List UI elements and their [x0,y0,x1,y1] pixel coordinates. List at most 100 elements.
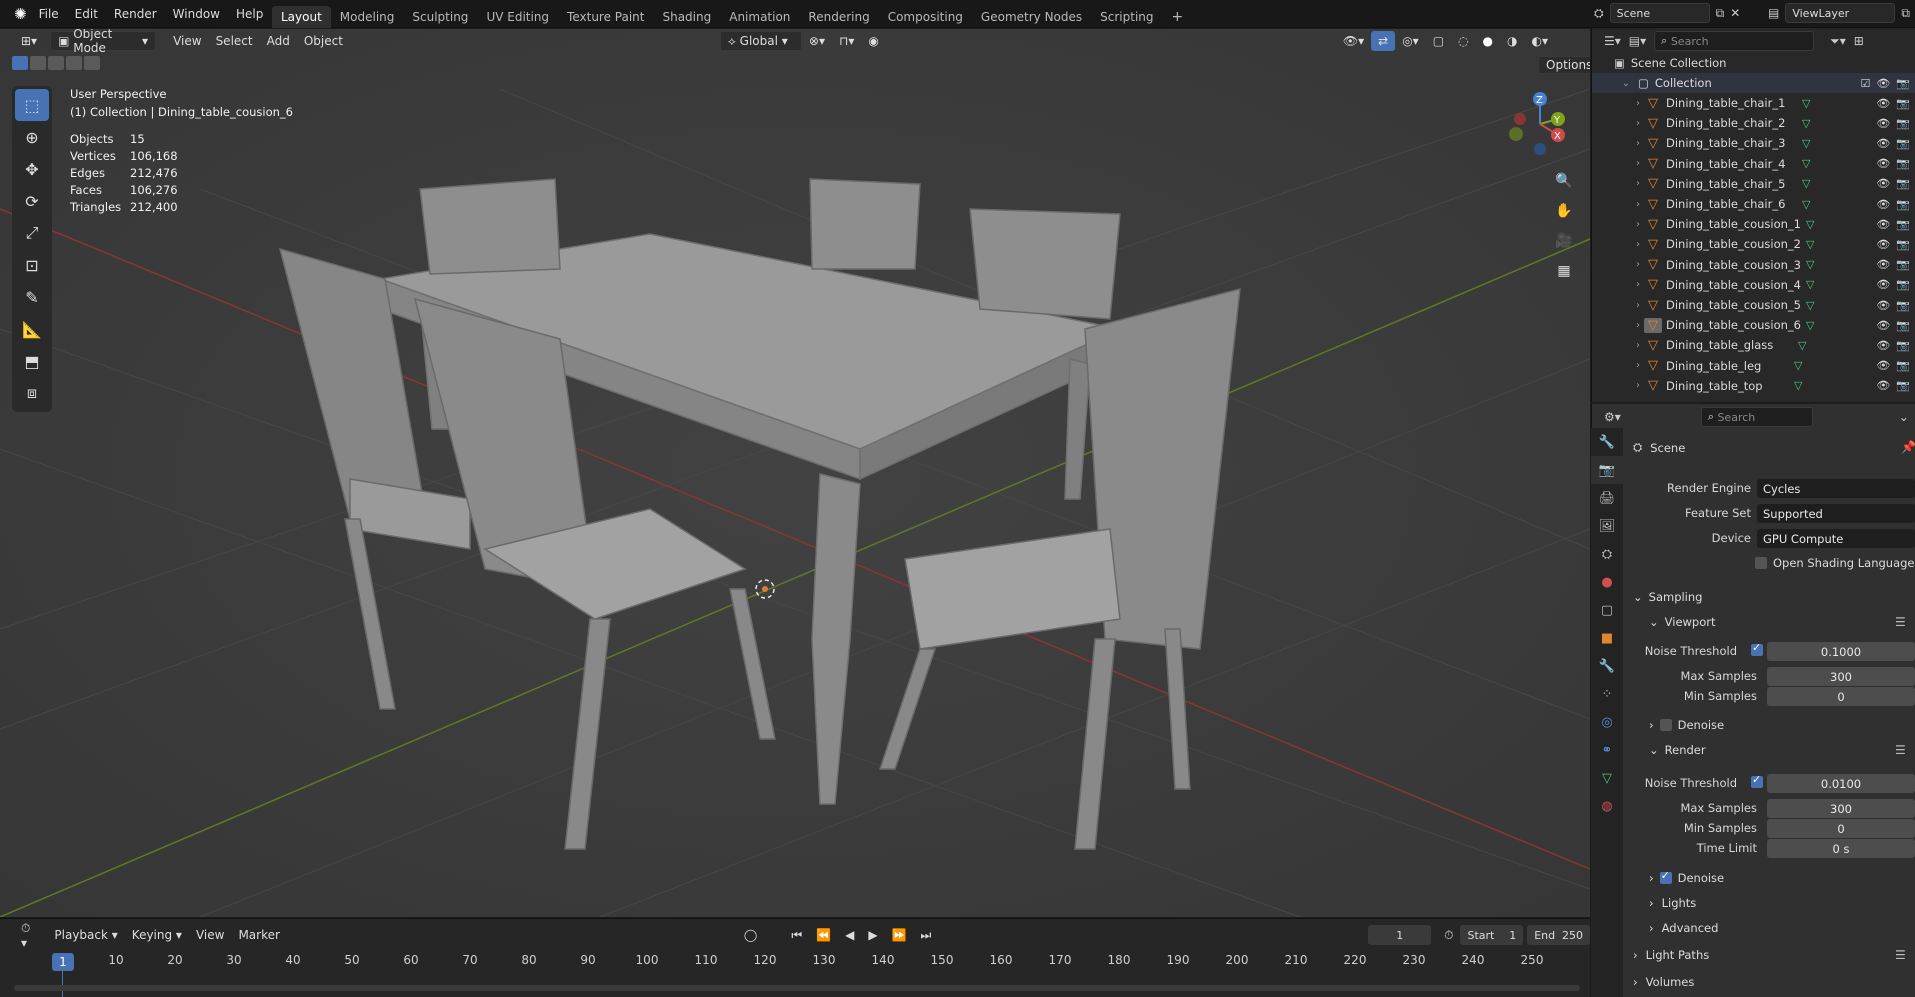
mesh-data-icon[interactable]: ▽ [1798,339,1806,352]
frame-ruler[interactable]: 1 10 20 30 40 50 60 70 80 90 100 110 120… [0,953,1590,973]
add-workspace-icon[interactable]: + [1163,6,1193,28]
eye-icon[interactable]: 👁 [1876,198,1890,211]
chevron-right-icon[interactable]: › [1632,178,1644,189]
advanced-subpanel[interactable]: › Advanced [1649,921,1718,935]
transform-tool-icon[interactable]: ⊡ [15,249,49,281]
new-scene-icon[interactable]: ⧉ [1716,6,1725,21]
eye-icon[interactable]: 👁 [1876,177,1890,190]
display-mode-icon[interactable]: ▤▾ [1629,34,1646,48]
r-min-samples-field[interactable]: 0 [1767,819,1915,838]
chevron-right-icon[interactable]: › [1632,199,1644,210]
camera-icon[interactable]: 📷 [1896,379,1910,392]
3d-viewport[interactable]: ⊞▾ ▣ Object Mode ▾ View Select Add Objec… [0,29,1590,917]
tab-modeling[interactable]: Modeling [331,6,404,28]
tab-compositing[interactable]: Compositing [879,6,972,28]
shading-rendered-icon[interactable]: ◐▾ [1525,31,1556,51]
select-box-tool-icon[interactable]: ⬚ [15,89,49,121]
mesh-data-icon[interactable]: ▽ [1802,97,1810,110]
eye-icon[interactable]: 👁 [1876,218,1890,231]
render-subpanel-header[interactable]: ⌄ Render [1649,743,1706,757]
select-subtract-icon[interactable] [48,56,64,70]
snap-icon[interactable]: ⊓▾ [832,31,861,51]
camera-icon[interactable]: 📷 [1896,319,1910,332]
vp-max-samples-field[interactable]: 300 [1767,667,1915,686]
outliner-item-row[interactable]: › ▽ Dining_table_chair_1 ▽ 👁 📷 [1592,93,1915,113]
camera-icon[interactable]: 📷 [1896,339,1910,352]
mesh-data-icon[interactable]: ▽ [1806,238,1814,251]
outliner-item-row[interactable]: › ▽ Dining_table_cousion_6 ▽ 👁 📷 [1592,315,1915,335]
tab-shading[interactable]: Shading [653,6,720,28]
tab-uv-editing[interactable]: UV Editing [477,6,558,28]
proportional-edit-icon[interactable]: ◉ [861,31,885,51]
delete-scene-icon[interactable]: ✕ [1730,6,1740,20]
vp-noise-threshold-field[interactable]: 0.1000 [1767,642,1915,661]
zoom-icon[interactable]: 🔍 [1552,169,1576,193]
chevron-right-icon[interactable]: › [1632,300,1644,311]
view-layer-tab-icon[interactable]: 🖼 [1591,512,1623,540]
osl-checkbox[interactable]: Open Shading Language [1755,556,1915,570]
shading-solid-icon[interactable]: ● [1476,31,1500,51]
chevron-right-icon[interactable]: › [1632,279,1644,290]
jump-start-icon[interactable]: ⏮ [784,925,809,945]
menu-view-timeline[interactable]: View [189,925,231,945]
outliner-item-row[interactable]: › ▽ Dining_table_cousion_1 ▽ 👁 📷 [1592,214,1915,234]
checkbox-icon[interactable] [1659,719,1672,731]
properties-editor-icon[interactable]: ⚙▾ [1604,410,1621,424]
menu-add[interactable]: Add [260,31,297,51]
chevron-right-icon[interactable]: › [1632,158,1644,169]
menu-help[interactable]: Help [236,7,263,21]
render-tab-icon[interactable]: 📷 [1591,456,1623,484]
eye-icon[interactable]: 👁 [1876,278,1890,291]
chevron-down-icon[interactable]: ⌄ [1899,410,1909,424]
preset-list-icon[interactable]: ☰ [1895,948,1906,962]
menu-select[interactable]: Select [209,31,260,51]
outliner-item-row[interactable]: › ▽ Dining_table_glass ▽ 👁 📷 [1592,335,1915,355]
outliner-item-row[interactable]: › ▽ Dining_table_cousion_3 ▽ 👁 📷 [1592,255,1915,275]
constraints-tab-icon[interactable]: ⚭ [1591,736,1623,764]
r-noise-threshold-field[interactable]: 0.0100 [1767,774,1915,793]
move-tool-icon[interactable]: ✥ [15,153,49,185]
select-invert-icon[interactable] [66,56,82,70]
cursor-tool-icon[interactable]: ⊕ [15,121,49,153]
sampling-panel-header[interactable]: ⌄ Sampling [1633,590,1702,604]
timeline-editor-icon[interactable]: ⏱▾ [14,921,41,950]
tab-sculpting[interactable]: Sculpting [403,6,477,28]
mesh-data-icon[interactable]: ▽ [1802,137,1810,150]
current-frame-field[interactable]: 1 [1368,925,1432,945]
tab-rendering[interactable]: Rendering [799,6,878,28]
menu-file[interactable]: File [39,7,59,21]
checkbox-icon[interactable] [1755,557,1767,569]
outliner-item-row[interactable]: › ▽ Dining_table_top ▽ 👁 📷 [1592,376,1915,396]
mesh-data-icon[interactable]: ▽ [1802,177,1810,190]
world-tab-icon[interactable]: ● [1591,568,1623,596]
xray-icon[interactable]: ▢ [1426,31,1451,51]
mesh-data-icon[interactable]: ▽ [1802,198,1810,211]
new-collection-icon[interactable]: ⊞ [1854,34,1864,48]
camera-icon[interactable]: 📷 [1896,278,1910,291]
play-reverse-icon[interactable]: ◀ [838,925,861,945]
jump-end-icon[interactable]: ⏭ [914,925,939,945]
mesh-data-icon[interactable]: ▽ [1802,157,1810,170]
menu-marker[interactable]: Marker [231,925,286,945]
menu-window[interactable]: Window [173,7,220,21]
menu-edit[interactable]: Edit [75,7,98,21]
outliner-item-row[interactable]: › ▽ Dining_table_cousion_4 ▽ 👁 📷 [1592,275,1915,295]
collection-row[interactable]: ⌄ ▢ Collection ☑ 👁 📷 [1592,73,1915,93]
chevron-right-icon[interactable]: › [1632,98,1644,109]
menu-view[interactable]: View [166,31,208,51]
end-frame-field[interactable]: End 250 [1527,925,1590,945]
scene-field[interactable]: Scene [1609,3,1710,23]
navigation-gizmo[interactable]: Z Y X [1500,89,1570,159]
camera-icon[interactable]: 📷 [1896,359,1910,372]
blender-logo-icon[interactable]: ✺ [14,5,27,23]
mesh-data-icon[interactable]: ▽ [1806,299,1814,312]
checkbox-icon[interactable]: ☑ [1860,77,1870,90]
gizmo-toggle-icon[interactable]: ⇄ [1371,31,1396,51]
object-tab-icon[interactable]: ■ [1591,624,1623,652]
modifier-tab-icon[interactable]: 🔧 [1591,652,1623,680]
camera-icon[interactable]: 📷 [1896,299,1910,312]
particles-tab-icon[interactable]: ⁘ [1591,680,1623,708]
scene-collection-row[interactable]: ▣ Scene Collection [1592,53,1915,73]
eye-icon[interactable]: 👁 [1876,77,1890,90]
tab-animation[interactable]: Animation [720,6,799,28]
